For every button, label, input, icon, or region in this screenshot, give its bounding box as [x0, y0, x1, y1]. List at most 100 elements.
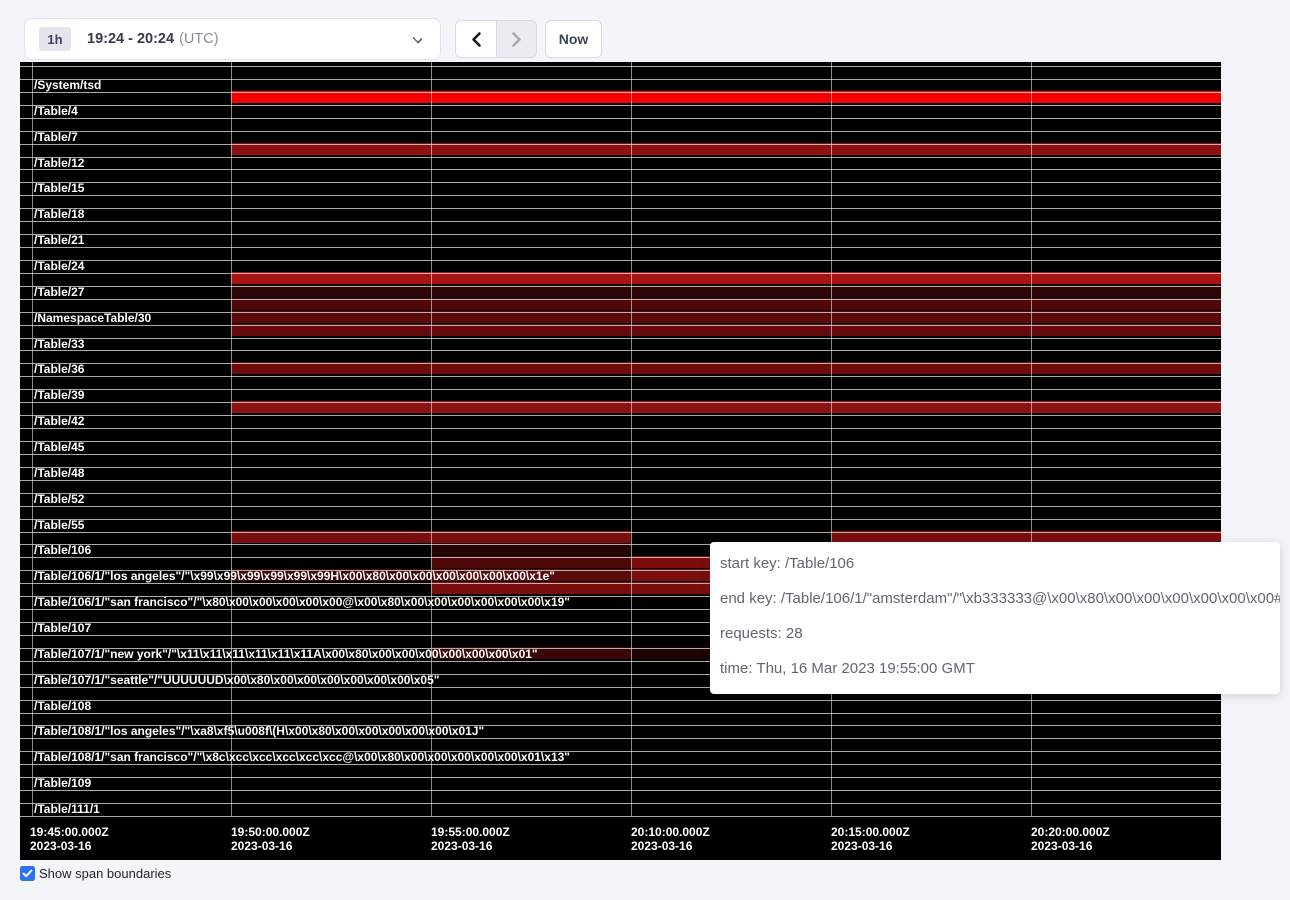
time-range-select[interactable]: 1h 19:24 - 20:24(UTC): [24, 18, 441, 60]
span-boundary-line: [20, 441, 1221, 442]
span-key-label: /Table/24: [34, 260, 84, 273]
span-boundary-line: [20, 350, 1221, 351]
checkmark-icon: [22, 869, 33, 878]
span-boundary-line: [20, 816, 1221, 817]
span-boundary-line: [20, 764, 1221, 765]
time-axis-tick: 20:15:00.000Z2023-03-16: [831, 826, 910, 853]
tooltip-requests: requests: 28: [720, 616, 1266, 651]
span-key-label: /NamespaceTable/30: [34, 312, 151, 325]
span-boundary-line: [20, 260, 1221, 261]
span-key-label: /Table/12: [34, 157, 84, 170]
span-boundary-line: [20, 777, 1221, 778]
time-axis-tick: 19:50:00.000Z2023-03-16: [231, 826, 310, 853]
span-boundary-line: [20, 144, 1221, 145]
tooltip-start-key: start key: /Table/106: [720, 546, 1266, 581]
span-boundary-line: [20, 467, 1221, 468]
now-button[interactable]: Now: [545, 20, 602, 58]
span-boundary-line: [20, 738, 1221, 739]
span-key-label: /Table/106/1/"los angeles"/"\x99\x99\x99…: [34, 570, 555, 583]
span-boundary-line: [20, 454, 1221, 455]
span-key-label: /Table/108/1/"san francisco"/"\x8c\xcc\x…: [34, 751, 570, 764]
chevron-right-icon: [510, 31, 523, 48]
tick-date: 2023-03-16: [231, 840, 310, 854]
range-text: 19:24 - 20:24 (UTC): [87, 31, 219, 47]
span-boundary-line: [20, 105, 1221, 106]
span-key-label: /Table/48: [34, 467, 84, 480]
span-key-label: /Table/55: [34, 519, 84, 532]
tick-time: 20:20:00.000Z: [1031, 826, 1110, 840]
span-boundary-line: [20, 131, 1221, 132]
tick-date: 2023-03-16: [431, 840, 510, 854]
time-axis-tick: 19:45:00.000Z2023-03-16: [30, 826, 109, 853]
span-boundary-line: [20, 506, 1221, 507]
time-axis-tick: 19:55:00.000Z2023-03-16: [431, 826, 510, 853]
prev-range-button[interactable]: [456, 21, 496, 57]
time-boundary-line: [231, 62, 232, 816]
tick-date: 2023-03-16: [30, 840, 109, 854]
time-boundary-line: [431, 62, 432, 816]
span-boundary-line: [20, 169, 1221, 170]
span-boundary-line: [20, 273, 1221, 274]
span-key-label: /Table/52: [34, 493, 84, 506]
span-key-label: /Table/111/1: [34, 803, 100, 816]
span-key-label: /Table/106: [34, 544, 91, 557]
tooltip-end-key: end key: /Table/106/1/"amsterdam"/"\xb33…: [720, 581, 1266, 616]
span-boundary-line: [20, 234, 1221, 235]
tooltip-time: time: Thu, 16 Mar 2023 19:55:00 GMT: [720, 651, 1266, 686]
span-boundary-line: [20, 182, 1221, 183]
span-key-label: /Table/7: [34, 131, 78, 144]
chevron-left-icon: [470, 31, 483, 48]
span-key-label: /System/tsd: [34, 79, 101, 92]
span-boundary-line: [20, 299, 1221, 300]
span-key-label: /Table/15: [34, 182, 84, 195]
span-boundary-line: [20, 363, 1221, 364]
span-key-label: /Table/45: [34, 441, 84, 454]
span-boundary-line: [20, 157, 1221, 158]
span-boundary-line: [20, 312, 1221, 313]
show-span-boundaries-label: Show span boundaries: [39, 866, 171, 881]
time-axis-tick: 20:20:00.000Z2023-03-16: [1031, 826, 1110, 853]
span-key-label: /Table/42: [34, 415, 84, 428]
span-key-label: /Table/18: [34, 208, 84, 221]
span-boundary-line: [20, 415, 1221, 416]
span-boundary-line: [20, 700, 1221, 701]
span-boundary-line: [20, 325, 1221, 326]
span-boundary-line: [20, 389, 1221, 390]
tick-time: 20:10:00.000Z: [631, 826, 710, 840]
chevron-down-icon: [412, 33, 422, 43]
range-timezone: (UTC): [179, 31, 218, 47]
span-boundary-line: [20, 221, 1221, 222]
tick-date: 2023-03-16: [831, 840, 910, 854]
show-span-boundaries-checkbox[interactable]: [20, 866, 35, 881]
tick-date: 2023-03-16: [631, 840, 710, 854]
time-nav-group: [455, 20, 537, 58]
tick-time: 19:45:00.000Z: [30, 826, 109, 840]
span-key-label: /Table/4: [34, 105, 78, 118]
span-key-label: /Table/36: [34, 363, 84, 376]
span-key-label: /Table/107/1/"seattle"/"UUUUUUD\x00\x80\…: [34, 674, 439, 687]
span-boundary-line: [20, 493, 1221, 494]
span-key-label: /Table/107: [34, 622, 91, 635]
span-boundary-line: [20, 790, 1221, 791]
time-boundary-line: [631, 62, 632, 816]
span-boundary-line: [20, 338, 1221, 339]
footer-controls: Show span boundaries: [20, 866, 171, 881]
span-boundary-line: [20, 247, 1221, 248]
span-key-label: /Table/107/1/"new york"/"\x11\x11\x11\x1…: [34, 648, 538, 661]
next-range-button[interactable]: [496, 21, 536, 57]
span-key-label: /Table/21: [34, 234, 84, 247]
span-key-label: /Table/27: [34, 286, 84, 299]
span-key-label: /Table/108: [34, 700, 91, 713]
span-boundary-line: [20, 713, 1221, 714]
span-boundary-line: [20, 208, 1221, 209]
span-key-label: /Table/106/1/"san francisco"/"\x80\x00\x…: [34, 596, 570, 609]
span-boundary-line: [20, 92, 1221, 93]
hover-tooltip: start key: /Table/106 end key: /Table/10…: [710, 542, 1280, 694]
tick-time: 19:50:00.000Z: [231, 826, 310, 840]
time-boundary-line: [1031, 62, 1032, 816]
span-boundary-line: [20, 480, 1221, 481]
tick-time: 20:15:00.000Z: [831, 826, 910, 840]
span-boundary-line: [20, 803, 1221, 804]
range-interval: 19:24 - 20:24: [87, 31, 174, 47]
key-visualizer-canvas[interactable]: /System/tsd/Table/4/Table/7/Table/12/Tab…: [20, 62, 1221, 860]
